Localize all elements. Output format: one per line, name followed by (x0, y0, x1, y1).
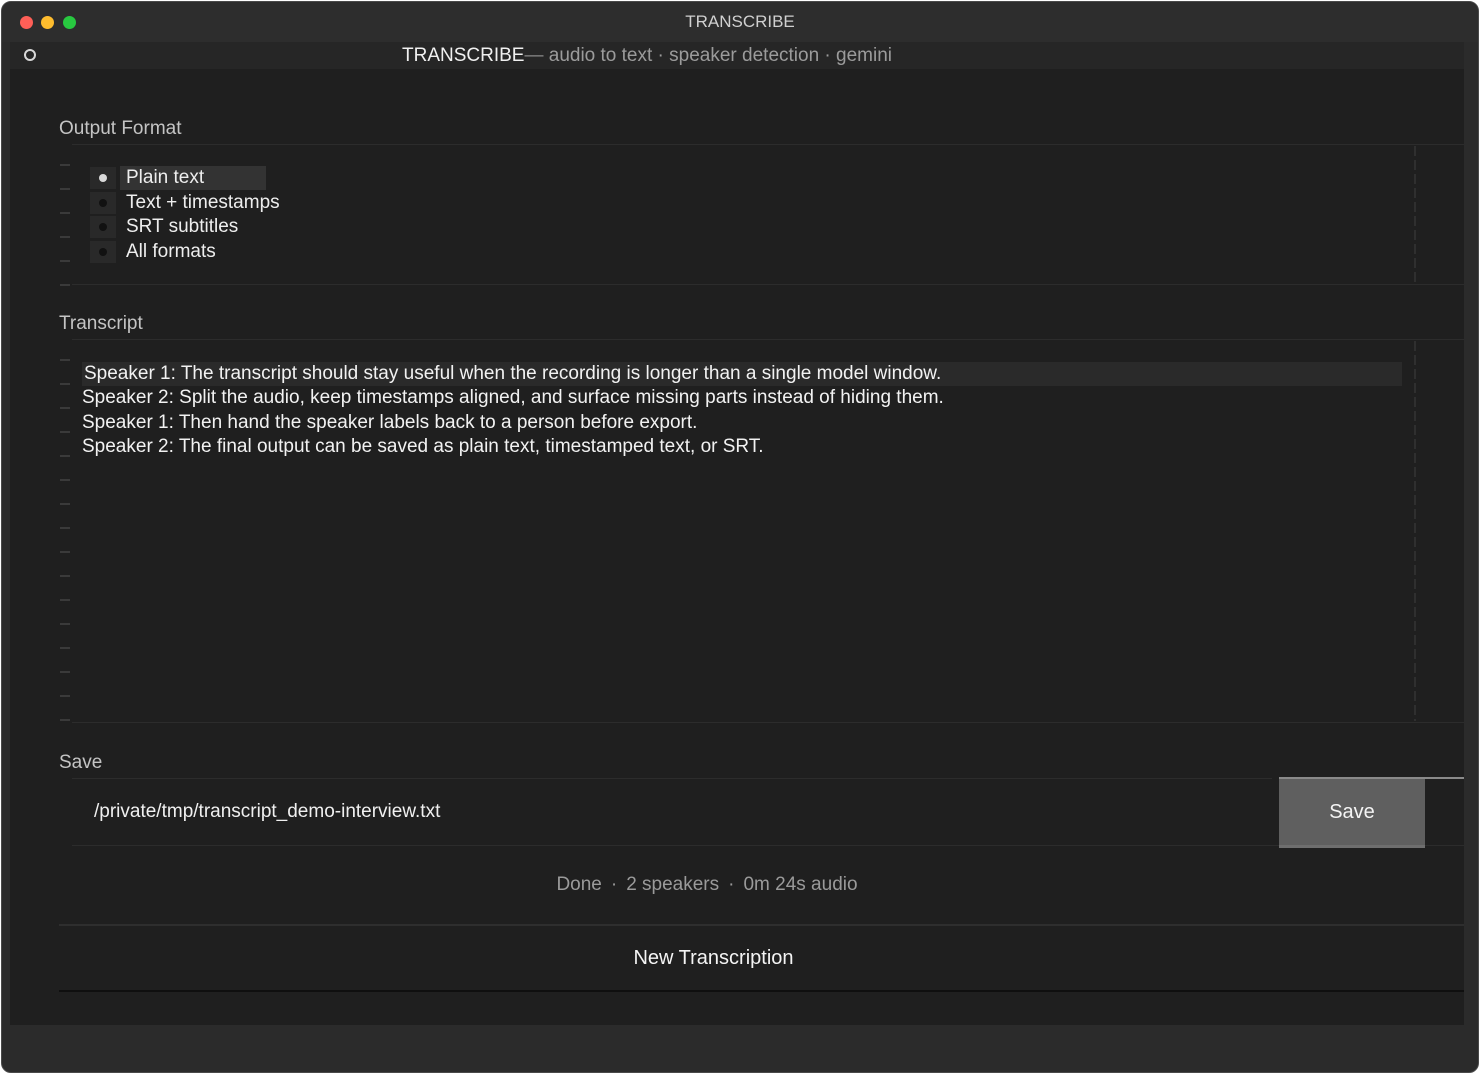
save-button[interactable]: Save (1279, 777, 1425, 848)
divider (1425, 777, 1464, 779)
transcript-line: Speaker 1: Then hand the speaker labels … (82, 412, 698, 433)
output-format-options: Plain text Text + timestamps SRT subtitl… (90, 166, 286, 264)
panel-edge (1414, 146, 1416, 284)
new-transcription-button[interactable]: New Transcription (59, 924, 1464, 992)
app-content: TRANSCRIBE— audio to text · speaker dete… (10, 42, 1464, 1025)
radio-dot-icon (99, 247, 107, 256)
radio-label: Plain text (120, 166, 266, 191)
radio-button[interactable] (90, 216, 116, 239)
panel-edge (60, 341, 70, 723)
radio-label: Text + timestamps (126, 191, 280, 213)
divider (72, 284, 1464, 285)
panel-edge (1414, 341, 1416, 721)
save-path-input[interactable] (70, 779, 1260, 845)
radio-dot-icon (99, 223, 107, 232)
window-title: TRANSCRIBE (685, 12, 795, 31)
app-header: TRANSCRIBE— audio to text · speaker dete… (10, 42, 1464, 69)
status-separator: · (728, 874, 735, 895)
transcript-line: Speaker 2: The final output can be saved… (82, 436, 764, 457)
transcript-label: Transcript (59, 313, 143, 334)
radio-dot-icon (99, 198, 107, 207)
divider (72, 845, 1464, 846)
status-speakers: 2 speakers (626, 874, 720, 895)
divider (72, 722, 1464, 723)
title-bar: TRANSCRIBE (2, 2, 1478, 42)
status-state: Done (556, 874, 602, 895)
radio-option-all-formats[interactable]: All formats (90, 240, 286, 265)
output-format-label: Output Format (59, 118, 182, 139)
radio-option-text-timestamps[interactable]: Text + timestamps (90, 191, 286, 216)
save-label: Save (59, 752, 103, 773)
heading-dash: — (524, 45, 544, 66)
divider (72, 144, 1464, 145)
status-line: Done · 2 speakers · 0m 24s audio (10, 874, 1404, 896)
transcript-text-area[interactable]: Speaker 1: The transcript should stay us… (70, 342, 1410, 717)
app-window: TRANSCRIBE TRANSCRIBE— audio to text · s… (1, 1, 1479, 1073)
radio-dot-icon (99, 174, 107, 183)
transcript-line: Speaker 1: The transcript should stay us… (82, 362, 1402, 386)
radio-label: SRT subtitles (126, 216, 239, 238)
radio-option-srt-subtitles[interactable]: SRT subtitles (90, 215, 286, 240)
radio-option-plain-text[interactable]: Plain text (90, 166, 286, 191)
brand-name: TRANSCRIBE (402, 45, 525, 66)
radio-button[interactable] (90, 167, 116, 190)
transcript-line: Speaker 2: Split the audio, keep timesta… (82, 387, 944, 408)
app-heading: TRANSCRIBE— audio to text · speaker dete… (10, 45, 1284, 67)
radio-button[interactable] (90, 191, 116, 214)
app-tagline: audio to text · speaker detection · gemi… (548, 45, 892, 66)
divider (72, 339, 1464, 340)
status-duration: 0m 24s audio (743, 874, 858, 895)
radio-label: All formats (126, 240, 216, 262)
radio-button[interactable] (90, 240, 116, 263)
panel-edge (60, 146, 70, 286)
status-separator: · (610, 874, 618, 895)
